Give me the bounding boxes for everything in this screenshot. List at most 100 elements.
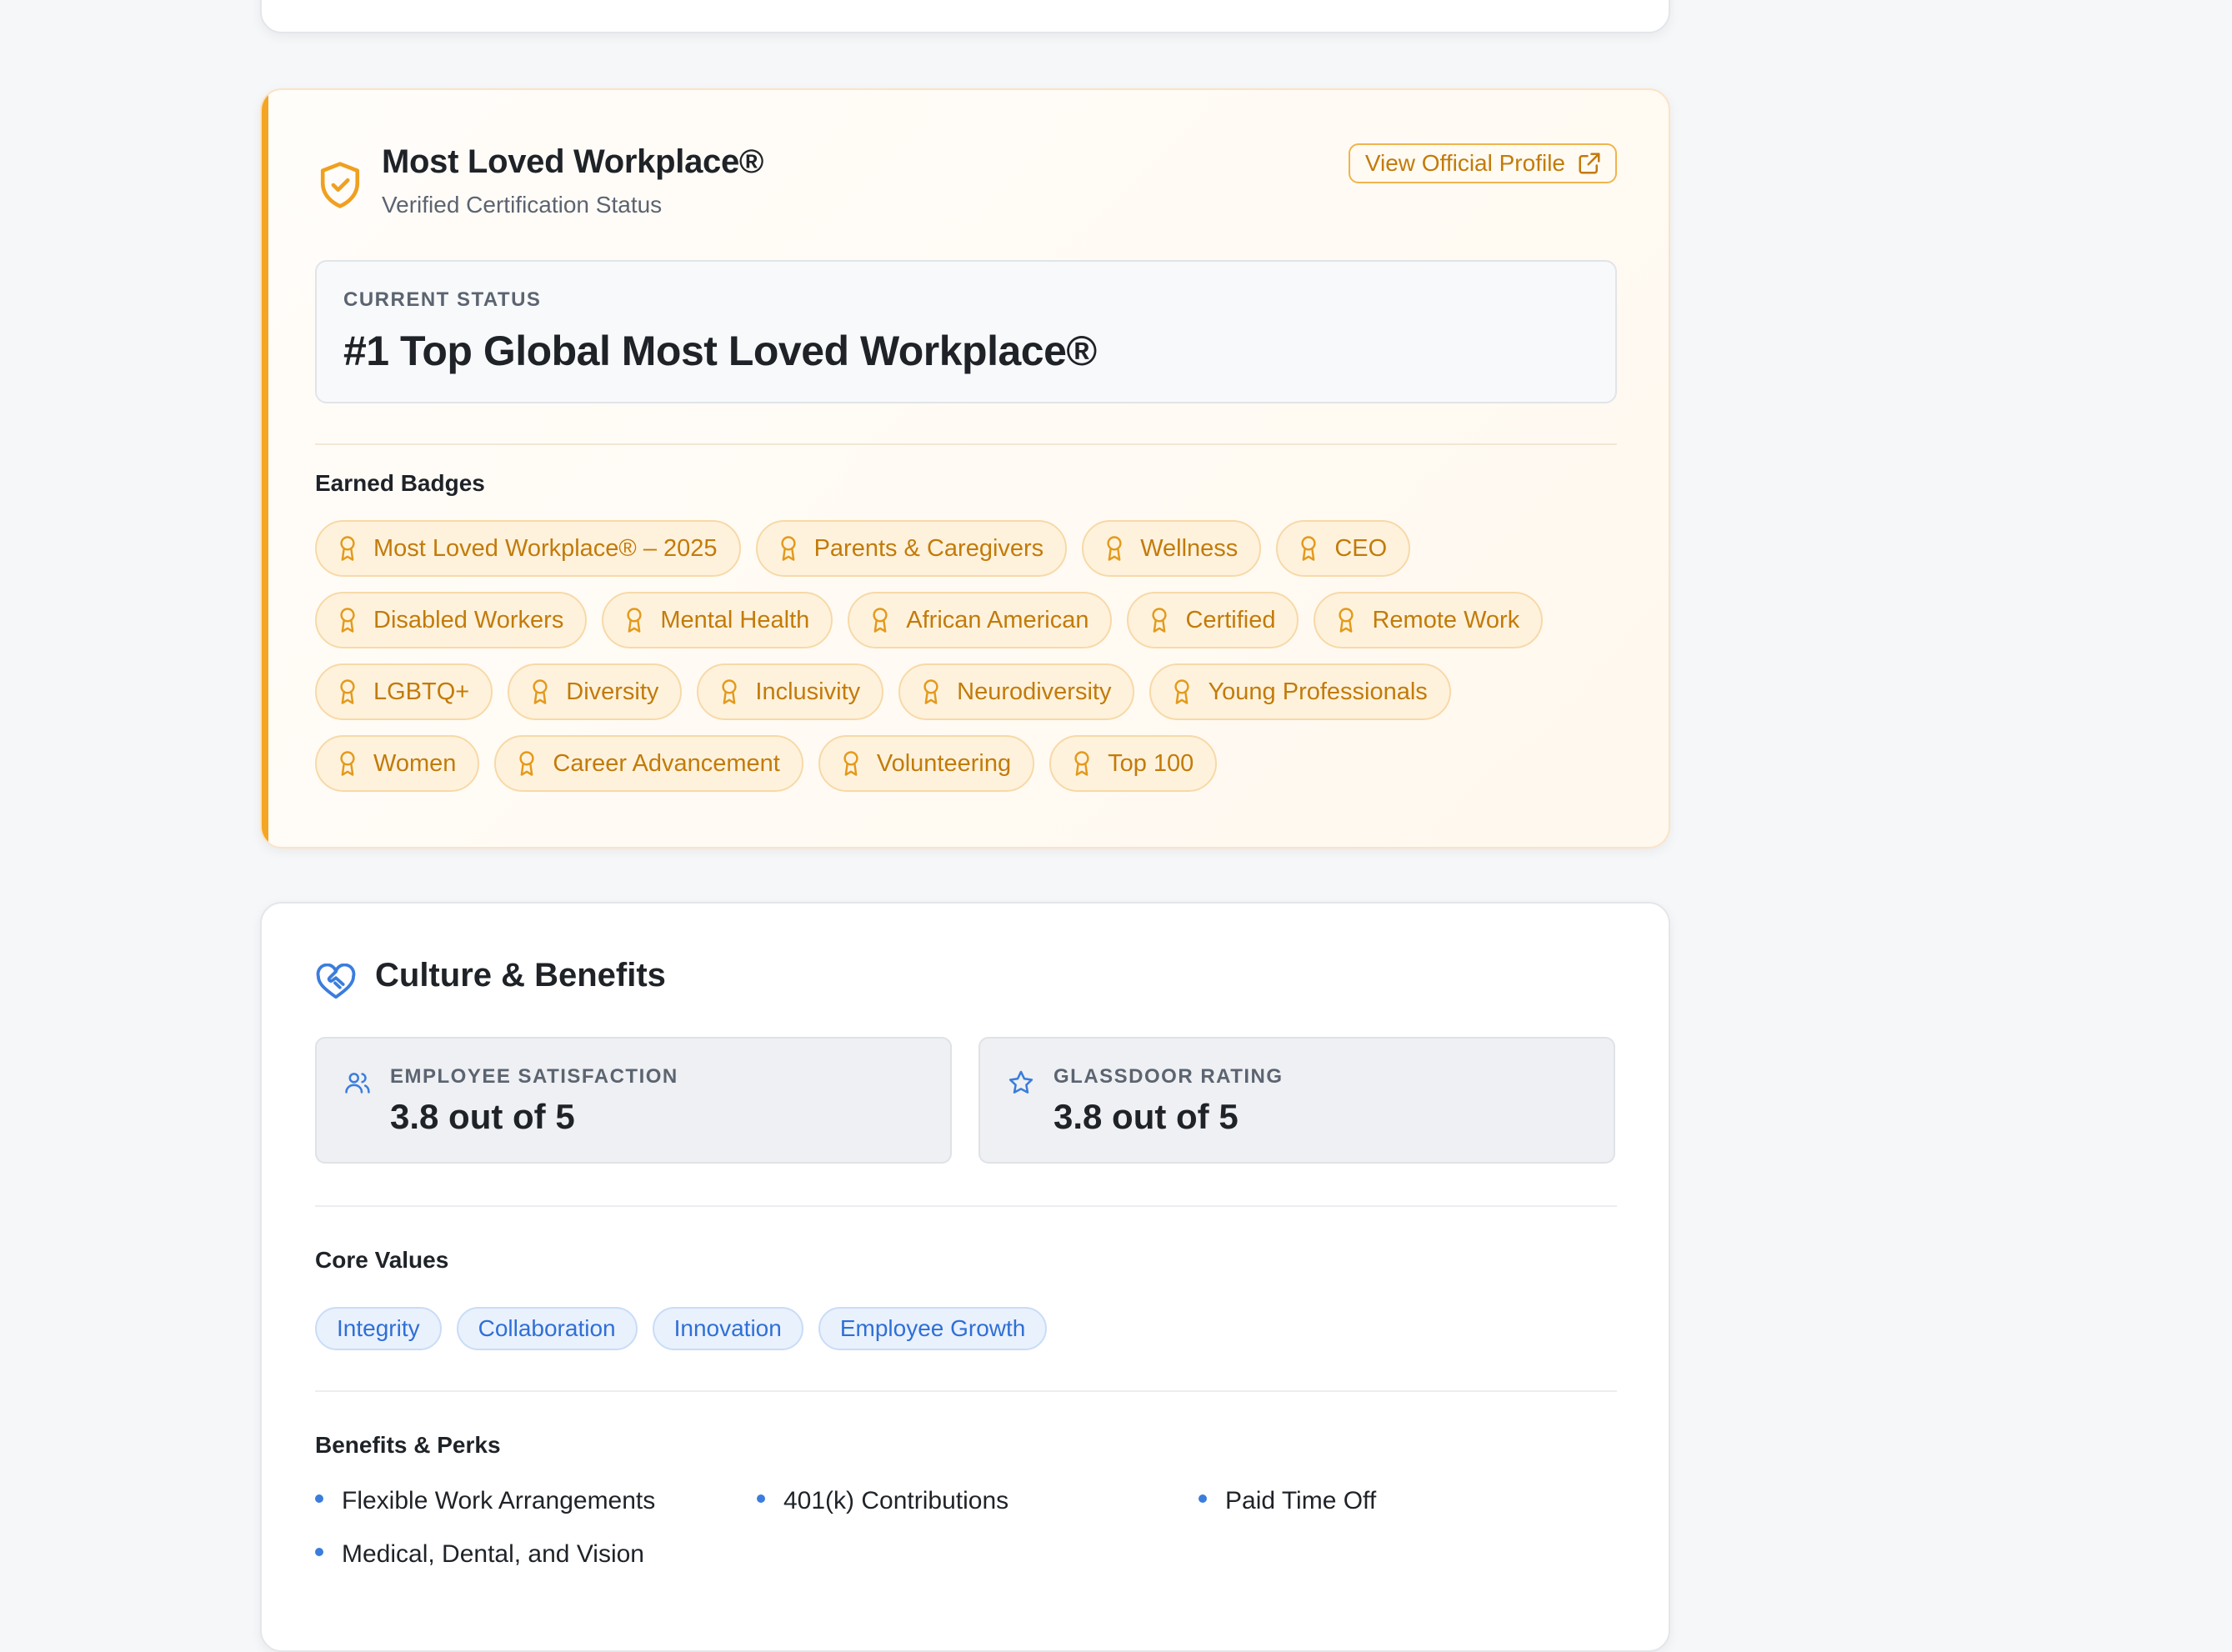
- star-icon: [1008, 1070, 1033, 1094]
- award-icon: [923, 679, 938, 704]
- badge-item: Certified: [1127, 592, 1299, 648]
- badge-label: Remote Work: [1372, 606, 1520, 633]
- award-icon: [873, 608, 888, 633]
- stat-value: 3.8 out of 5: [390, 1097, 575, 1136]
- award-icon: [843, 751, 858, 776]
- badge-item: Wellness: [1082, 520, 1262, 577]
- benefit-item: Flexible Work Arrangements: [315, 1487, 757, 1515]
- award-icon: [722, 679, 738, 704]
- certification-subtitle: Verified Certification Status: [382, 192, 663, 218]
- stat-label: GLASSDOOR RATING: [1053, 1065, 1284, 1088]
- culture-card: Culture & Benefits EMPLOYEE SATISFACTION…: [260, 902, 1670, 1652]
- benefit-label: Medical, Dental, and Vision: [342, 1540, 644, 1568]
- current-status-value: #1 Top Global Most Loved Workplace®: [343, 328, 1097, 374]
- heart-handshake-icon: [316, 964, 356, 999]
- award-icon: [1174, 679, 1190, 704]
- bullet-dot: [757, 1494, 765, 1503]
- stat-value: 3.8 out of 5: [1053, 1097, 1239, 1136]
- divider: [315, 1390, 1617, 1392]
- divider: [315, 443, 1617, 445]
- award-icon: [1339, 608, 1354, 633]
- core-value-chip: Employee Growth: [818, 1307, 1048, 1350]
- award-icon: [533, 679, 548, 704]
- view-official-profile-label: View Official Profile: [1364, 150, 1565, 176]
- badge-list: Most Loved Workplace® – 2025 Parents & Ca…: [315, 520, 1602, 792]
- previous-card: [260, 0, 1670, 33]
- award-icon: [627, 608, 642, 633]
- core-values-heading: Core Values: [315, 1247, 449, 1273]
- earned-badges-heading: Earned Badges: [315, 470, 485, 496]
- bullet-dot: [1199, 1494, 1207, 1503]
- badge-item: Remote Work: [1314, 592, 1544, 648]
- benefit-label: Flexible Work Arrangements: [342, 1487, 656, 1514]
- bullet-dot: [315, 1494, 323, 1503]
- badge-label: Certified: [1185, 606, 1276, 633]
- certification-card: Most Loved Workplace® Verified Certifica…: [260, 88, 1670, 849]
- badge-label: Most Loved Workplace® – 2025: [373, 534, 718, 562]
- core-value-chip: Innovation: [652, 1307, 803, 1350]
- badge-label: Top 100: [1108, 749, 1194, 777]
- badge-item: Volunteering: [818, 735, 1035, 792]
- badge-item: African American: [848, 592, 1113, 648]
- view-official-profile-button[interactable]: View Official Profile: [1348, 143, 1617, 183]
- badge-label: African American: [906, 606, 1089, 633]
- current-status-label: CURRENT STATUS: [343, 288, 542, 311]
- award-icon: [340, 679, 355, 704]
- award-icon: [1074, 751, 1089, 776]
- core-values-list: Integrity Collaboration Innovation Employee…: [315, 1307, 1048, 1350]
- external-link-icon: [1579, 153, 1600, 174]
- badge-item: Disabled Workers: [315, 592, 588, 648]
- award-icon: [519, 751, 535, 776]
- benefit-item: Medical, Dental, and Vision: [315, 1540, 757, 1569]
- badge-label: CEO: [1334, 534, 1388, 562]
- stat-label: EMPLOYEE SATISFACTION: [390, 1065, 678, 1088]
- badge-label: Young Professionals: [1208, 678, 1428, 705]
- badge-item: CEO: [1276, 520, 1411, 577]
- benefit-item: 401(k) Contributions: [757, 1487, 1199, 1515]
- badge-label: Wellness: [1140, 534, 1239, 562]
- benefits-heading: Benefits & Perks: [315, 1432, 501, 1458]
- glassdoor-rating-stat: GLASSDOOR RATING 3.8 out of 5: [978, 1037, 1615, 1164]
- benefits-list: Flexible Work Arrangements 401(k) Contrib…: [315, 1487, 1649, 1569]
- bullet-dot: [315, 1548, 323, 1556]
- badge-label: Neurodiversity: [957, 678, 1112, 705]
- badge-label: Career Advancement: [553, 749, 780, 777]
- culture-title: Culture & Benefits: [375, 957, 666, 994]
- benefit-label: Paid Time Off: [1225, 1487, 1377, 1514]
- badge-item: Neurodiversity: [898, 663, 1135, 720]
- badge-label: Women: [373, 749, 457, 777]
- badge-label: Diversity: [566, 678, 659, 705]
- award-icon: [1301, 536, 1316, 561]
- award-icon: [340, 608, 355, 633]
- badge-label: Inclusivity: [755, 678, 861, 705]
- badge-label: Disabled Workers: [373, 606, 564, 633]
- badge-item: Most Loved Workplace® – 2025: [315, 520, 741, 577]
- badge-item: Parents & Caregivers: [755, 520, 1068, 577]
- core-value-chip: Integrity: [315, 1307, 442, 1350]
- current-status-box: CURRENT STATUS #1 Top Global Most Loved …: [315, 260, 1617, 403]
- employee-satisfaction-stat: EMPLOYEE SATISFACTION 3.8 out of 5: [315, 1037, 952, 1164]
- award-icon: [340, 751, 355, 776]
- badge-item: Career Advancement: [494, 735, 803, 792]
- badge-label: Parents & Caregivers: [813, 534, 1044, 562]
- badge-item: Diversity: [508, 663, 683, 720]
- badge-item: Mental Health: [602, 592, 833, 648]
- award-icon: [340, 536, 355, 561]
- award-icon: [1107, 536, 1122, 561]
- badge-label: Mental Health: [660, 606, 810, 633]
- badge-label: LGBTQ+: [373, 678, 470, 705]
- shield-check-icon: [320, 162, 360, 208]
- badge-item: Young Professionals: [1149, 663, 1451, 720]
- badge-label: Volunteering: [876, 749, 1012, 777]
- users-icon: [345, 1073, 370, 1094]
- badge-item: Top 100: [1049, 735, 1218, 792]
- core-value-chip: Collaboration: [456, 1307, 638, 1350]
- award-icon: [1152, 608, 1168, 633]
- badge-item: Women: [315, 735, 480, 792]
- divider: [315, 1205, 1617, 1207]
- award-icon: [780, 536, 796, 561]
- benefit-label: 401(k) Contributions: [783, 1487, 1009, 1514]
- badge-item: LGBTQ+: [315, 663, 493, 720]
- benefit-item: Paid Time Off: [1199, 1487, 1640, 1515]
- badge-item: Inclusivity: [697, 663, 884, 720]
